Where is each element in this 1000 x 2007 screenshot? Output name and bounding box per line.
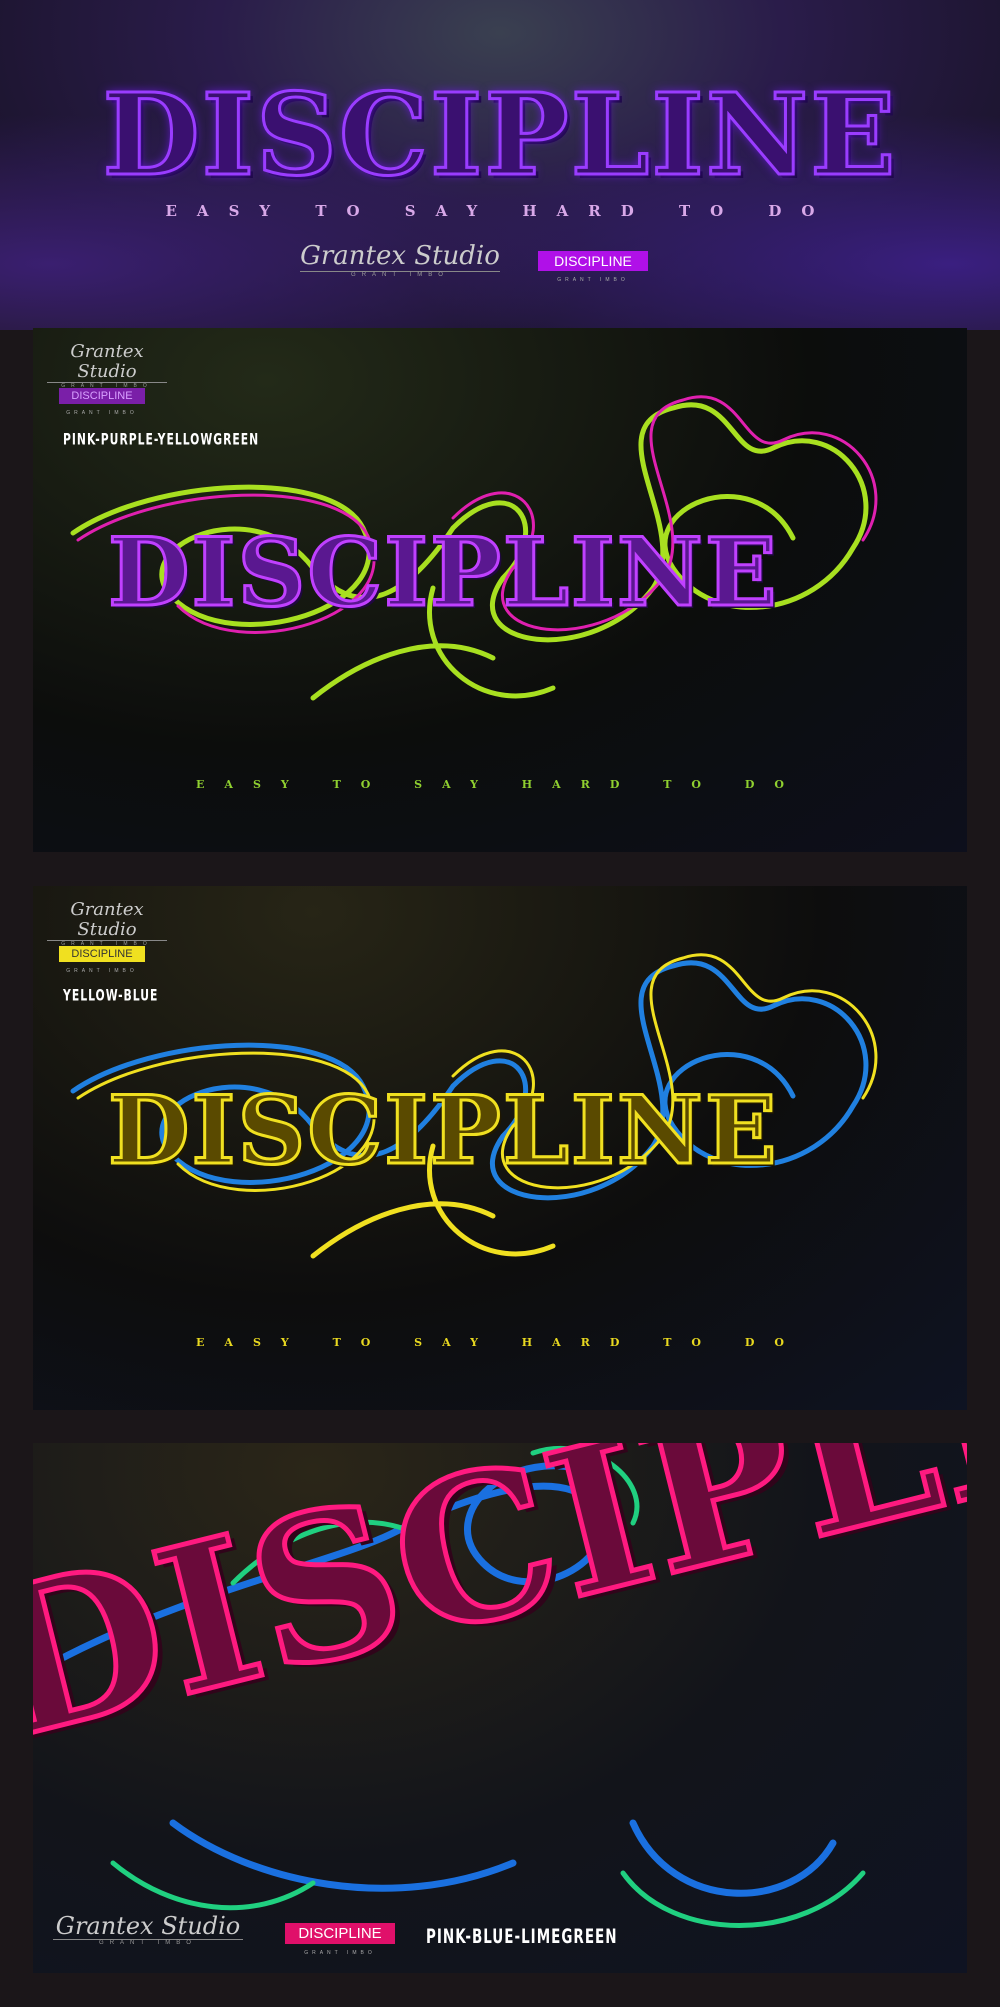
panel-tagline: EASY TO SAY HARD TO DO: [196, 778, 804, 791]
panel-yellow-blue: DISCIPLINE Grantex Studio GRANT IMBO DISC…: [33, 886, 967, 1410]
color-scheme-label: YELLOW-BLUE: [63, 986, 159, 1005]
color-scheme-label: PINK-BLUE-LIMEGREEN: [426, 1925, 618, 1949]
studio-logo: Grantex Studio GRANT IMBO: [300, 241, 500, 278]
studio-logo: Grantex Studio GRANT IMBO: [53, 1913, 243, 1946]
hero-banner: DISCIPLINE EASY TO SAY HARD TO DO Grante…: [0, 0, 1000, 330]
panel-pink-blue-limegreen: DISCIPLINE Grantex Studio GRANT IMBO DISC…: [33, 1443, 967, 1973]
panel-tagline: EASY TO SAY HARD TO DO: [196, 1336, 804, 1349]
discipline-badge: DISCIPLINE GRANT IMBO: [538, 251, 648, 283]
panel-pink-purple-yellowgreen: DISCIPLINE Grantex Studio GRANT IMBO DISC…: [33, 328, 967, 852]
discipline-badge: DISCIPLINE GRANT IMBO: [59, 388, 145, 416]
discipline-badge: DISCIPLINE GRANT IMBO: [59, 946, 145, 974]
panel-title: DISCIPLINE: [106, 1075, 779, 1188]
discipline-badge: DISCIPLINE GRANT IMBO: [285, 1923, 395, 1956]
hero-title: DISCIPLINE: [101, 69, 898, 203]
panel-title: DISCIPLINE: [106, 517, 779, 630]
hero-tagline: EASY TO SAY HARD TO DO: [165, 202, 835, 220]
studio-logo: Grantex Studio GRANT IMBO: [47, 900, 167, 947]
color-scheme-label: PINK-PURPLE-YELLOWGREEN: [63, 430, 260, 449]
studio-logo: Grantex Studio GRANT IMBO: [47, 342, 167, 389]
